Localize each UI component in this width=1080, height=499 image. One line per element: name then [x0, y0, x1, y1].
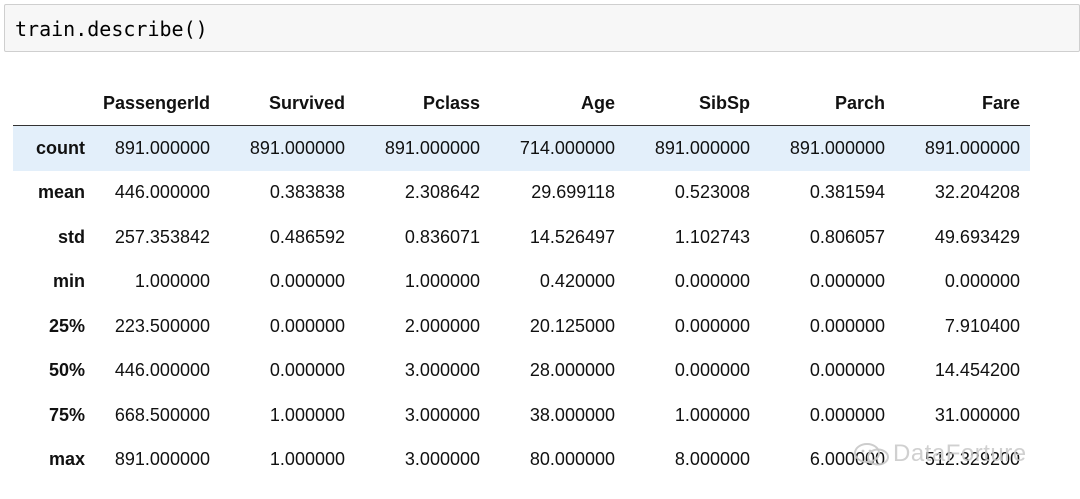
table-cell: 0.000000	[809, 315, 885, 336]
table-cell: 891.000000	[384, 137, 480, 158]
table-cell: 49.693429	[934, 226, 1020, 247]
table-cell: 1.000000	[404, 271, 480, 292]
wechat-icon	[854, 442, 889, 466]
column-header: Fare	[981, 92, 1020, 113]
row-label: std	[58, 226, 85, 247]
table-cell: 8.000000	[674, 449, 750, 470]
table-cell: 20.125000	[529, 315, 615, 336]
table-row: 50% 446.000000 0.000000 3.000000 28.000000 0.…	[13, 348, 1030, 393]
table-cell: 0.523008	[674, 182, 750, 203]
table-cell: 32.204208	[934, 182, 1020, 203]
column-header: Age	[580, 92, 615, 113]
table-cell: 31.000000	[934, 404, 1020, 425]
table-cell: 0.420000	[539, 271, 615, 292]
table-cell: 446.000000	[114, 360, 210, 381]
table-cell: 0.000000	[674, 360, 750, 381]
table-cell: 891.000000	[249, 137, 345, 158]
table-cell: 0.381594	[809, 182, 885, 203]
table-cell: 14.454200	[934, 360, 1020, 381]
row-label: count	[36, 137, 85, 158]
code-input[interactable]: train.describe()	[15, 17, 208, 41]
table-cell: 714.000000	[519, 137, 615, 158]
column-header: Parch	[834, 92, 885, 113]
table-cell: 223.500000	[114, 315, 210, 336]
table-cell: 891.000000	[114, 449, 210, 470]
dataframe-output: PassengerId Survived Pclass Age SibSp Pa…	[13, 81, 1030, 482]
table-cell: 0.000000	[269, 271, 345, 292]
table-cell: 0.000000	[809, 271, 885, 292]
index-header	[13, 81, 85, 126]
table-cell: 1.102743	[674, 226, 750, 247]
table-cell: 0.806057	[809, 226, 885, 247]
watermark-text: DataForture	[893, 440, 1027, 467]
table-cell: 257.353842	[114, 226, 210, 247]
table-cell: 668.500000	[114, 404, 210, 425]
table-cell: 0.383838	[269, 182, 345, 203]
header-row: PassengerId Survived Pclass Age SibSp Pa…	[13, 81, 1030, 126]
table-cell: 0.000000	[674, 315, 750, 336]
table-cell: 1.000000	[269, 449, 345, 470]
row-label: 25%	[48, 315, 85, 336]
table-cell: 38.000000	[529, 404, 615, 425]
table-cell: 0.000000	[809, 360, 885, 381]
watermark: DataForture	[853, 440, 1027, 468]
table-cell: 3.000000	[404, 404, 480, 425]
table-cell: 891.000000	[924, 137, 1020, 158]
table-cell: 2.000000	[404, 315, 480, 336]
table-cell: 0.486592	[269, 226, 345, 247]
table-cell: 0.836071	[404, 226, 480, 247]
table-cell: 28.000000	[529, 360, 615, 381]
table-cell: 891.000000	[114, 137, 210, 158]
row-label: 75%	[48, 404, 85, 425]
table-cell: 891.000000	[789, 137, 885, 158]
table-row: min 1.000000 0.000000 1.000000 0.420000 0.000…	[13, 259, 1030, 304]
table-cell: 1.000000	[269, 404, 345, 425]
table-cell: 14.526497	[529, 226, 615, 247]
row-label: mean	[37, 182, 85, 203]
table-cell: 80.000000	[529, 449, 615, 470]
column-header: Survived	[268, 92, 345, 113]
table-cell: 29.699118	[531, 182, 615, 203]
table-cell: 3.000000	[404, 449, 480, 470]
table-row: std 257.353842 0.486592 0.836071 14.526497 1.…	[13, 215, 1030, 260]
column-header: PassengerId	[102, 92, 210, 113]
table-cell: 446.000000	[114, 182, 210, 203]
table-cell: 891.000000	[654, 137, 750, 158]
table-row: count 891.000000 891.000000 891.000000 714.0…	[13, 125, 1030, 171]
table-cell: 0.000000	[269, 360, 345, 381]
code-cell[interactable]: train.describe()	[4, 4, 1080, 52]
table-cell: 0.000000	[269, 315, 345, 336]
table-cell: 1.000000	[134, 271, 210, 292]
row-label: min	[52, 271, 85, 292]
table-row: 25% 223.500000 0.000000 2.000000 20.125000 0.…	[13, 304, 1030, 349]
column-header: Pclass	[422, 92, 480, 113]
column-header: SibSp	[698, 92, 750, 113]
table-cell: 0.000000	[809, 404, 885, 425]
table-cell: 7.910400	[944, 315, 1020, 336]
table-cell: 0.000000	[944, 271, 1020, 292]
row-label: max	[48, 449, 85, 470]
row-label: 50%	[48, 360, 85, 381]
table-cell: 2.308642	[404, 182, 480, 203]
table-cell: 0.000000	[674, 271, 750, 292]
table-cell: 3.000000	[404, 360, 480, 381]
table-cell: 1.000000	[674, 404, 750, 425]
table-row: 75% 668.500000 1.000000 3.000000 38.000000 1.…	[13, 393, 1030, 438]
table-row: mean 446.000000 0.383838 2.308642 29.699118 0…	[13, 170, 1030, 215]
table-body: count 891.000000 891.000000 891.000000 714.0…	[13, 125, 1030, 482]
